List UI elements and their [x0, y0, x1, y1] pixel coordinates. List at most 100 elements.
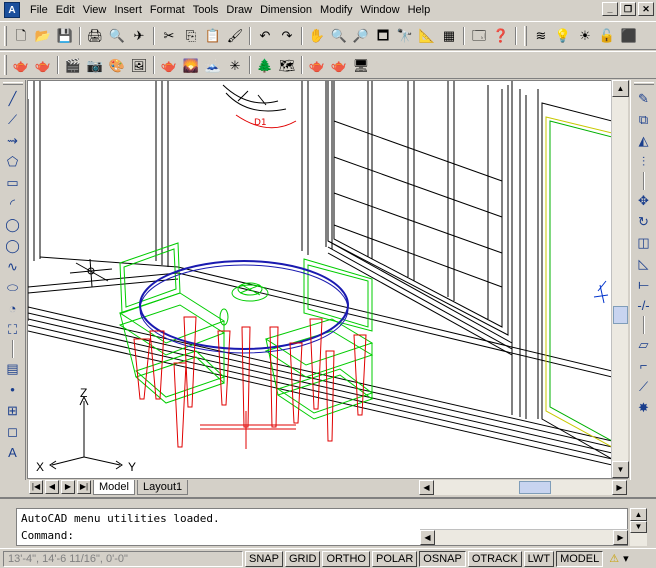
status-toggle-osnap[interactable]: OSNAP [419, 550, 466, 567]
menu-file[interactable]: File [26, 1, 52, 19]
draw-tool-6-icon[interactable]: ◜ [2, 193, 24, 214]
model-space-viewport[interactable]: D1 Z X Y [27, 80, 611, 478]
draw-tool-9-icon[interactable]: ∿ [2, 256, 24, 277]
modify-tool-12-icon[interactable]: ⌐ [633, 355, 655, 376]
close-button[interactable]: ✕ [638, 2, 654, 16]
standard-tool-20-icon[interactable]: 🗔 [468, 25, 490, 47]
render-tool-3-icon[interactable]: 🎬 [62, 54, 84, 76]
minimize-button[interactable]: _ [602, 2, 618, 16]
modify-tool-14-icon[interactable]: ✸ [633, 397, 655, 418]
render-tool-4-icon[interactable]: 📷 [84, 54, 106, 76]
drawing-vertical-scrollbar[interactable]: ▲ ▼ [611, 80, 629, 478]
menu-dimension[interactable]: Dimension [256, 1, 316, 19]
toolbar-grip[interactable] [4, 55, 7, 75]
menu-tools[interactable]: Tools [189, 1, 223, 19]
standard-tool-6-icon[interactable]: ✈ [128, 25, 150, 47]
draw-tool-13-icon[interactable]: ▤ [2, 358, 24, 379]
modify-tool-9-icon[interactable]: ⟝ [633, 274, 655, 295]
status-toggle-otrack[interactable]: OTRACK [467, 550, 522, 567]
layer-tool-4-icon[interactable]: 🔓 [596, 25, 618, 47]
draw-tool-1-icon[interactable]: ╱ [2, 88, 24, 109]
menu-format[interactable]: Format [146, 1, 189, 19]
menu-modify[interactable]: Modify [316, 1, 356, 19]
last-tab-icon[interactable]: ▶| [77, 480, 91, 494]
restore-button[interactable]: ❐ [620, 2, 636, 16]
standard-tool-3-icon[interactable]: 💾 [54, 25, 76, 47]
render-tool-9-icon[interactable]: 🗻 [202, 54, 224, 76]
draw-tool-8-icon[interactable]: ◯ [2, 235, 24, 256]
standard-tool-18-icon[interactable]: 📐 [416, 25, 438, 47]
status-toggle-polar[interactable]: POLAR [372, 550, 418, 567]
menu-view[interactable]: View [79, 1, 111, 19]
modify-tool-1-icon[interactable]: ✎ [633, 88, 655, 109]
render-tool-12-icon[interactable]: 🗺 [276, 54, 298, 76]
draw-tool-2-icon[interactable]: ⟋ [2, 109, 24, 130]
menu-window[interactable]: Window [356, 1, 403, 19]
tab-model[interactable]: Model [93, 479, 135, 495]
toolbar-grip[interactable] [524, 25, 527, 46]
scroll-right-arrow-icon[interactable]: ▶ [612, 480, 627, 495]
render-tool-11-icon[interactable]: 🌲 [254, 54, 276, 76]
modify-tool-3-icon[interactable]: ◭ [633, 130, 655, 151]
menu-help[interactable]: Help [404, 1, 435, 19]
tray-menu-icon[interactable]: ▾ [623, 552, 629, 565]
standard-tool-14-icon[interactable]: 🔍 [328, 25, 350, 47]
next-tab-icon[interactable]: ▶ [61, 480, 75, 494]
menu-insert[interactable]: Insert [110, 1, 146, 19]
render-tool-2-icon[interactable]: 🫖 [32, 54, 54, 76]
draw-tool-14-icon[interactable]: • [2, 379, 24, 400]
modify-tool-13-icon[interactable]: ⟋ [633, 376, 655, 397]
prev-tab-icon[interactable]: ◀ [45, 480, 59, 494]
scroll-down-arrow-icon[interactable]: ▼ [612, 461, 629, 478]
render-tool-8-icon[interactable]: 🌄 [180, 54, 202, 76]
standard-tool-10-icon[interactable]: 🖌 [224, 25, 246, 47]
autocad-app-icon[interactable]: A [4, 2, 20, 18]
render-tool-5-icon[interactable]: 🎨 [106, 54, 128, 76]
vertical-scroll-thumb[interactable] [613, 306, 628, 324]
toolbar-grip[interactable] [2, 82, 23, 85]
status-toggle-snap[interactable]: SNAP [245, 550, 283, 567]
standard-tool-5-icon[interactable]: 🔍 [106, 25, 128, 47]
tab-layout1[interactable]: Layout1 [136, 479, 189, 495]
standard-tool-8-icon[interactable]: ⎘ [180, 25, 202, 47]
first-tab-icon[interactable]: |◀ [29, 480, 43, 494]
status-toggle-lwt[interactable]: LWT [523, 550, 555, 567]
status-toggle-grid[interactable]: GRID [284, 550, 321, 567]
scroll-left-arrow-icon[interactable]: ◀ [419, 480, 434, 495]
render-tool-7-icon[interactable]: 🫖 [158, 54, 180, 76]
modify-tool-8-icon[interactable]: ◺ [633, 253, 655, 274]
draw-tool-10-icon[interactable]: ⬭ [2, 277, 24, 298]
standard-tool-12-icon[interactable]: ↷ [276, 25, 298, 47]
standard-tool-4-icon[interactable]: 🖨 [84, 25, 106, 47]
scroll-up-arrow-icon[interactable]: ▲ [630, 508, 647, 521]
menu-edit[interactable]: Edit [52, 1, 79, 19]
draw-tool-16-icon[interactable]: ◻ [2, 421, 24, 442]
scroll-left-arrow-icon[interactable]: ◀ [420, 530, 435, 545]
draw-tool-11-icon[interactable]: ◔ [2, 298, 24, 319]
render-tool-1-icon[interactable]: 🫖 [10, 54, 32, 76]
standard-tool-7-icon[interactable]: ✂ [158, 25, 180, 47]
layer-tool-2-icon[interactable]: 💡 [552, 25, 574, 47]
scroll-right-arrow-icon[interactable]: ▶ [613, 530, 628, 545]
draw-tool-12-icon[interactable]: ⛶ [2, 319, 24, 340]
standard-tool-2-icon[interactable]: 📂 [32, 25, 54, 47]
render-tool-14-icon[interactable]: 🫖 [328, 54, 350, 76]
layer-tool-5-icon[interactable]: ⬛ [618, 25, 640, 47]
layer-tool-3-icon[interactable]: ☀ [574, 25, 596, 47]
standard-tool-16-icon[interactable]: 🗖 [372, 25, 394, 47]
render-tool-6-icon[interactable]: 🖼 [128, 54, 150, 76]
modify-tool-7-icon[interactable]: ◫ [633, 232, 655, 253]
draw-tool-15-icon[interactable]: ⊞ [2, 400, 24, 421]
coordinate-readout[interactable]: 13'-4", 14'-6 11/16", 0'-0" [3, 550, 243, 567]
standard-tool-21-icon[interactable]: ❓ [490, 25, 512, 47]
draw-tool-4-icon[interactable]: ⬠ [2, 151, 24, 172]
modify-tool-4-icon[interactable]: ⫶ [633, 151, 655, 172]
drawing-canvas[interactable]: D1 Z X Y [28, 81, 611, 478]
modify-tool-5-icon[interactable]: ✥ [633, 190, 655, 211]
render-tool-15-icon[interactable]: 🖥 [350, 54, 372, 76]
status-toggle-ortho[interactable]: ORTHO [322, 550, 370, 567]
warning-icon[interactable]: ⚠ [609, 552, 619, 565]
modify-tool-10-icon[interactable]: -/- [633, 295, 655, 316]
standard-tool-1-icon[interactable]: 🗋 [10, 25, 32, 47]
scroll-down-arrow-icon[interactable]: ▼ [630, 521, 647, 533]
